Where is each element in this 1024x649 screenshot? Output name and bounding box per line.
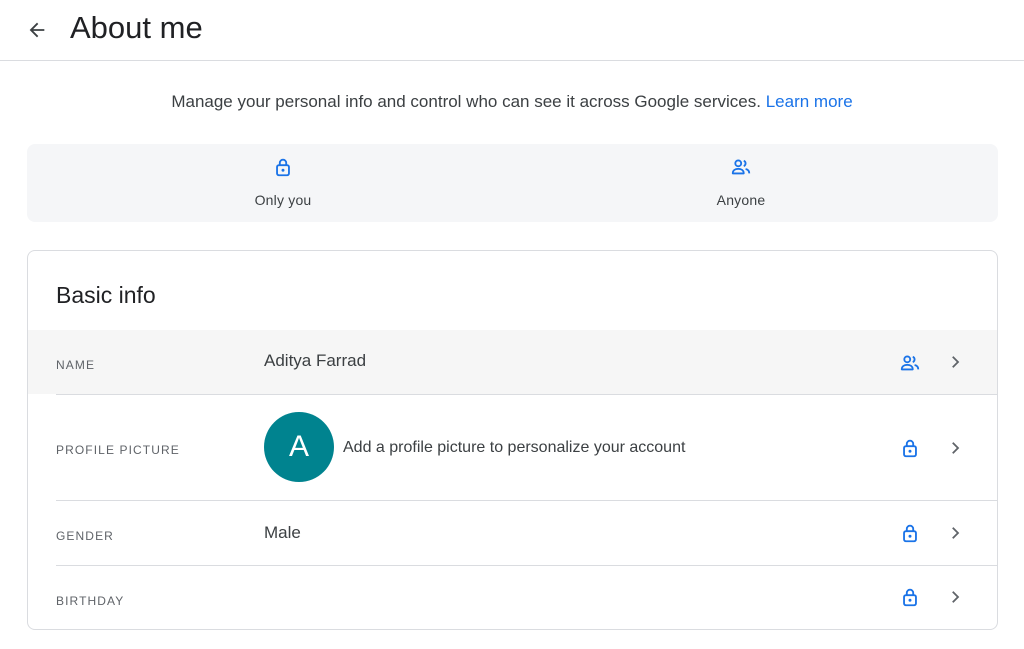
profile-picture-label: PROFILE PICTURE [56,443,180,457]
lock-icon [276,158,290,177]
birthday-row[interactable]: BIRTHDAY [28,566,997,629]
learn-more-link[interactable]: Learn more [766,92,853,111]
legend-only-you: Only you [183,156,383,208]
gender-label: GENDER [56,529,114,543]
name-label: NAME [56,358,96,372]
lock-icon [903,439,917,458]
basic-info-card: Basic info NAME Aditya Farrad PROFILE PI… [27,250,998,630]
visibility-legend: Only you Anyone [27,144,998,222]
people-icon [731,159,751,175]
people-icon [900,355,920,371]
avatar: A [264,412,334,482]
chevron-right-icon [952,442,960,454]
gender-value: Male [264,523,301,542]
arrow-back-icon [29,22,45,38]
basic-info-title: Basic info [56,282,156,308]
intro-text: Manage your personal info and control wh… [0,92,1024,112]
back-button[interactable] [24,17,50,43]
page-title: About me [70,10,203,45]
name-value: Aditya Farrad [264,351,367,370]
gender-row[interactable]: GENDER Male [28,501,997,565]
profile-picture-row[interactable]: PROFILE PICTURE A Add a profile picture … [28,395,997,500]
legend-anyone-label: Anyone [716,192,766,208]
chevron-right-icon [952,527,960,539]
legend-only-you-label: Only you [254,192,312,208]
intro-description: Manage your personal info and control wh… [171,92,761,111]
legend-anyone: Anyone [641,156,841,208]
birthday-label: BIRTHDAY [56,594,125,608]
profile-picture-hint: Add a profile picture to personalize you… [343,439,686,456]
name-row[interactable]: NAME Aditya Farrad [28,330,997,394]
lock-icon [903,524,917,543]
lock-icon [903,588,917,607]
top-app-bar: About me [0,0,1024,61]
chevron-right-icon [952,591,960,603]
chevron-right-icon [952,356,960,368]
